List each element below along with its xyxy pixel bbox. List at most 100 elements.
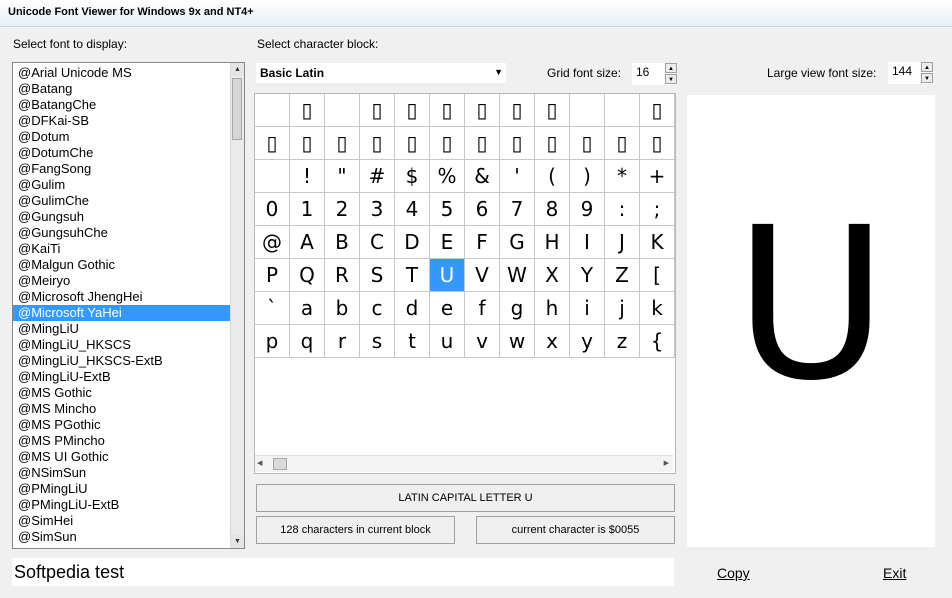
- grid-cell[interactable]: ": [325, 160, 360, 193]
- grid-cell[interactable]: 8: [535, 193, 570, 226]
- font-list-item[interactable]: @Batang: [13, 81, 231, 97]
- spin-down-icon[interactable]: ▼: [921, 73, 933, 83]
- grid-cell[interactable]: *: [605, 160, 640, 193]
- grid-cell[interactable]: +: [640, 160, 675, 193]
- grid-cell[interactable]: h: [535, 292, 570, 325]
- grid-cell[interactable]: J: [605, 226, 640, 259]
- grid-cell[interactable]: C: [360, 226, 395, 259]
- test-text-input[interactable]: Softpedia test: [12, 558, 674, 586]
- grid-cell[interactable]: [: [640, 259, 675, 292]
- grid-cell[interactable]: $: [395, 160, 430, 193]
- spin-down-icon[interactable]: ▼: [665, 74, 677, 84]
- grid-cell[interactable]: t: [395, 325, 430, 358]
- grid-cell[interactable]: 4: [395, 193, 430, 226]
- grid-cell[interactable]: ▯: [535, 127, 570, 160]
- grid-cell[interactable]: `: [255, 292, 290, 325]
- font-list[interactable]: @Arial Unicode MS @Batang @BatangChe @DFKai…: [12, 62, 245, 549]
- grid-cell[interactable]: y: [570, 325, 605, 358]
- grid-cell[interactable]: G: [500, 226, 535, 259]
- scroll-thumb[interactable]: [273, 458, 287, 470]
- font-list-item[interactable]: @MS Mincho: [13, 401, 231, 417]
- grid-cell[interactable]: b: [325, 292, 360, 325]
- grid-cell[interactable]: ▯: [570, 127, 605, 160]
- font-list-item[interactable]: @KaiTi: [13, 241, 231, 257]
- grid-cell[interactable]: ▯: [325, 127, 360, 160]
- grid-cell[interactable]: w: [500, 325, 535, 358]
- font-list-item[interactable]: @Malgun Gothic: [13, 257, 231, 273]
- font-list-item[interactable]: @PMingLiU: [13, 481, 231, 497]
- grid-cell[interactable]: ▯: [500, 94, 535, 127]
- font-list-item[interactable]: @GulimChe: [13, 193, 231, 209]
- font-list-item[interactable]: @Meiryo: [13, 273, 231, 289]
- font-list-item[interactable]: @Gulim: [13, 177, 231, 193]
- grid-cell[interactable]: a: [290, 292, 325, 325]
- grid-cell[interactable]: j: [605, 292, 640, 325]
- font-list-item[interactable]: @Microsoft YaHei: [13, 305, 231, 321]
- font-list-item[interactable]: @MS UI Gothic: [13, 449, 231, 465]
- grid-horizontal-scrollbar[interactable]: ◀ ▶: [255, 455, 673, 472]
- grid-cell[interactable]: ▯: [395, 127, 430, 160]
- grid-cell[interactable]: S: [360, 259, 395, 292]
- grid-cell[interactable]: ▯: [395, 94, 430, 127]
- grid-cell[interactable]: Y: [570, 259, 605, 292]
- font-list-item[interactable]: @SimHei: [13, 513, 231, 529]
- font-list-item[interactable]: @MS PGothic: [13, 417, 231, 433]
- scroll-left-arrow-icon[interactable]: ◀: [257, 459, 262, 467]
- grid-cell[interactable]: v: [465, 325, 500, 358]
- grid-cell[interactable]: I: [570, 226, 605, 259]
- grid-cell[interactable]: [325, 94, 360, 127]
- grid-cell[interactable]: B: [325, 226, 360, 259]
- grid-cell[interactable]: @: [255, 226, 290, 259]
- font-list-item[interactable]: @MingLiU: [13, 321, 231, 337]
- grid-font-size-spinner[interactable]: 16 ▲ ▼: [632, 63, 677, 85]
- font-list-item[interactable]: @MingLiU_HKSCS-ExtB: [13, 353, 231, 369]
- font-list-item[interactable]: @SimSun: [13, 529, 231, 545]
- grid-cell[interactable]: 3: [360, 193, 395, 226]
- grid-cell[interactable]: 6: [465, 193, 500, 226]
- font-list-item[interactable]: @GungsuhChe: [13, 225, 231, 241]
- font-list-scrollbar[interactable]: ▲ ▼: [230, 63, 244, 548]
- font-list-item[interactable]: @DotumChe: [13, 145, 231, 161]
- exit-button[interactable]: Exit: [883, 565, 906, 581]
- grid-cell[interactable]: 5: [430, 193, 465, 226]
- grid-cell[interactable]: ): [570, 160, 605, 193]
- chevron-down-icon[interactable]: ▼: [494, 67, 503, 77]
- font-list-item[interactable]: @Gungsuh: [13, 209, 231, 225]
- block-select[interactable]: Basic Latin ▼: [256, 63, 506, 83]
- spin-up-icon[interactable]: ▲: [665, 63, 677, 73]
- grid-cell[interactable]: T: [395, 259, 430, 292]
- grid-cell[interactable]: R: [325, 259, 360, 292]
- grid-cell[interactable]: D: [395, 226, 430, 259]
- grid-cell[interactable]: [605, 94, 640, 127]
- grid-cell[interactable]: !: [290, 160, 325, 193]
- grid-cell[interactable]: :: [605, 193, 640, 226]
- grid-cell[interactable]: #: [360, 160, 395, 193]
- grid-cell[interactable]: K: [640, 226, 675, 259]
- grid-cell[interactable]: U: [430, 259, 465, 292]
- grid-cell[interactable]: {: [640, 325, 675, 358]
- grid-cell[interactable]: ▯: [640, 94, 675, 127]
- grid-cell[interactable]: ▯: [640, 127, 675, 160]
- grid-cell[interactable]: r: [325, 325, 360, 358]
- grid-cell[interactable]: A: [290, 226, 325, 259]
- grid-cell[interactable]: d: [395, 292, 430, 325]
- grid-cell[interactable]: i: [570, 292, 605, 325]
- grid-cell[interactable]: ▯: [290, 94, 325, 127]
- grid-cell[interactable]: E: [430, 226, 465, 259]
- grid-cell[interactable]: ▯: [465, 94, 500, 127]
- font-list-item[interactable]: @Arial Unicode MS: [13, 65, 231, 81]
- grid-cell[interactable]: [255, 160, 290, 193]
- scroll-thumb[interactable]: [232, 78, 242, 140]
- grid-cell[interactable]: [255, 94, 290, 127]
- font-list-item[interactable]: @Microsoft JhengHei: [13, 289, 231, 305]
- grid-cell[interactable]: 9: [570, 193, 605, 226]
- character-grid[interactable]: ▯ ▯ ▯ ▯ ▯ ▯ ▯ ▯ ▯ ▯ ▯ ▯ ▯ ▯ ▯ ▯ ▯ ▯ ▯ ▯! " # $% & '() * +0 1 2 3 4 5 6 7 8…: [254, 93, 676, 474]
- grid-cell[interactable]: x: [535, 325, 570, 358]
- grid-cell[interactable]: H: [535, 226, 570, 259]
- font-list-item[interactable]: @MS PMincho: [13, 433, 231, 449]
- grid-cell[interactable]: z: [605, 325, 640, 358]
- grid-cell[interactable]: c: [360, 292, 395, 325]
- grid-cell[interactable]: ▯: [360, 127, 395, 160]
- font-list-item[interactable]: @Dotum: [13, 129, 231, 145]
- grid-cell[interactable]: ▯: [255, 127, 290, 160]
